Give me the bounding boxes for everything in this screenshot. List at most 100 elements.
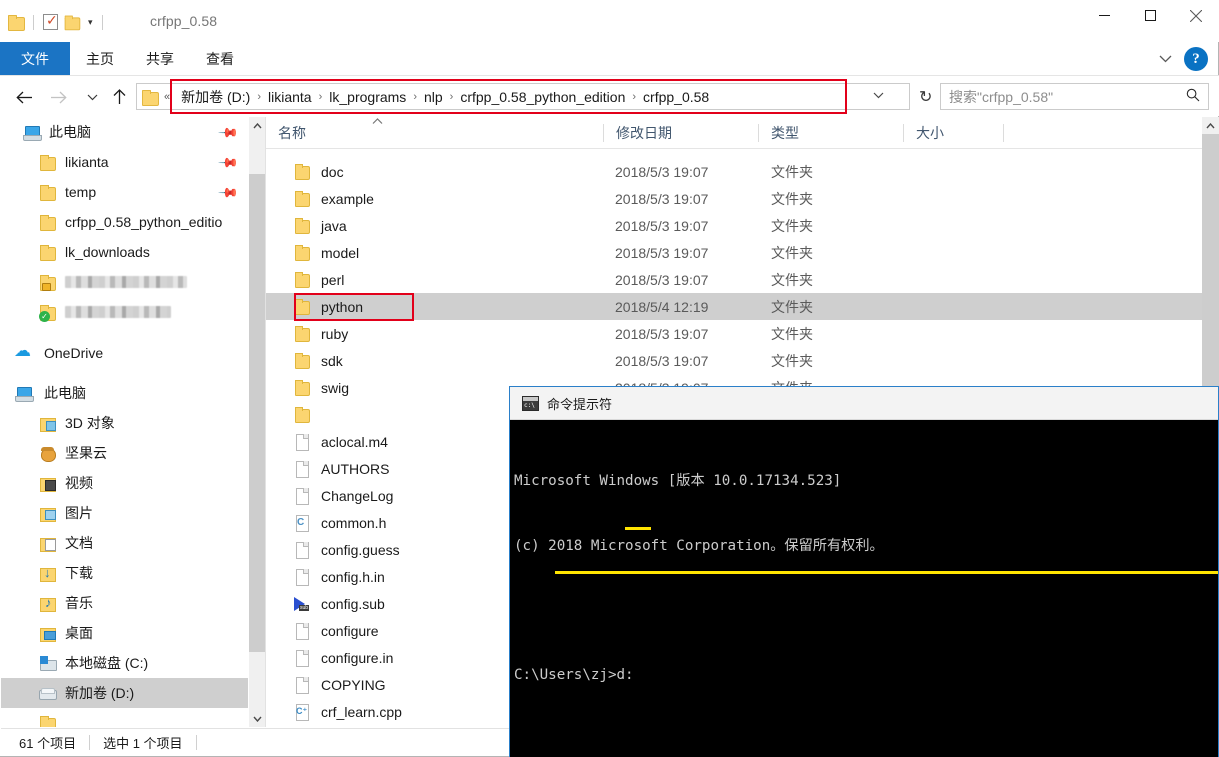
breadcrumb-item-2[interactable]: lk_programs: [328, 89, 407, 105]
breadcrumb-separator-4[interactable]: ›: [626, 91, 642, 103]
sidebar-item-new-volume-d[interactable]: 新加卷 (D:): [1, 678, 248, 708]
column-divider[interactable]: [1003, 124, 1004, 142]
column-header-name[interactable]: 名称: [266, 117, 604, 148]
recent-locations-icon[interactable]: [78, 84, 106, 110]
sidebar-item-this-pc-qa[interactable]: 此电脑 📌: [1, 117, 248, 147]
cmd-line: [514, 600, 1214, 622]
drive-icon: [39, 686, 57, 701]
sidebar-item-nutstore[interactable]: 坚果云: [1, 438, 248, 468]
table-row[interactable]: model 2018/5/3 19:07 文件夹: [266, 239, 1202, 266]
folder-locked-icon: [39, 274, 56, 291]
breadcrumb-item-5[interactable]: crfpp_0.58: [642, 89, 710, 105]
onedrive-icon: [14, 341, 32, 361]
folder-icon: [39, 154, 56, 171]
forward-button[interactable]: [44, 84, 72, 110]
cmd-console-output[interactable]: Microsoft Windows [版本 10.0.17134.523] (c…: [510, 420, 1218, 757]
address-bar[interactable]: « 新加卷 (D:) › likianta › lk_programs › nl…: [136, 83, 910, 110]
scroll-up-icon[interactable]: [1202, 117, 1219, 134]
command-prompt-window[interactable]: 命令提示符 Microsoft Windows [版本 10.0.17134.5…: [509, 386, 1219, 757]
sidebar-item-onedrive[interactable]: OneDrive: [1, 338, 248, 368]
tab-home[interactable]: 主页: [70, 42, 130, 75]
column-header-date[interactable]: 修改日期: [604, 117, 759, 148]
pin-icon[interactable]: 📌: [217, 152, 239, 175]
sidebar-item-redacted-2[interactable]: ✓: [1, 297, 248, 327]
refresh-button[interactable]: ↻: [919, 87, 932, 107]
table-row[interactable]: perl 2018/5/3 19:07 文件夹: [266, 266, 1202, 293]
breadcrumb: 新加卷 (D:) › likianta › lk_programs › nlp …: [175, 84, 710, 109]
sidebar-item-lk-downloads[interactable]: lk_downloads: [1, 237, 248, 267]
breadcrumb-separator-1[interactable]: ›: [313, 91, 329, 103]
customize-caret-icon[interactable]: ▾: [88, 17, 93, 27]
new-folder-icon[interactable]: [64, 15, 81, 31]
sidebar-label: 图片: [65, 505, 93, 521]
table-row[interactable]: java 2018/5/3 19:07 文件夹: [266, 212, 1202, 239]
sidebar-label: 此电脑: [44, 385, 86, 401]
sidebar-item-redacted-1[interactable]: [1, 267, 248, 297]
sidebar-item-music[interactable]: 音乐: [1, 588, 248, 618]
table-row[interactable]: doc 2018/5/3 19:07 文件夹: [266, 158, 1202, 185]
sidebar-item-crfpp-python-edition[interactable]: crfpp_0.58_python_editio: [1, 207, 248, 237]
file-type: 文件夹: [771, 298, 813, 315]
folder-icon[interactable]: [8, 15, 25, 31]
sidebar-label: 桌面: [65, 625, 93, 641]
file-name: AUTHORS: [321, 460, 390, 477]
sidebar-item-pictures[interactable]: 图片: [1, 498, 248, 528]
breadcrumb-item-3[interactable]: nlp: [423, 89, 444, 105]
column-header-type[interactable]: 类型: [759, 117, 904, 148]
sidebar-item-temp[interactable]: temp 📌: [1, 177, 248, 207]
breadcrumb-separator-0[interactable]: ›: [251, 91, 267, 103]
search-icon[interactable]: [1186, 88, 1200, 105]
navigation-scrollbar[interactable]: [248, 117, 266, 727]
pc-icon: [15, 386, 34, 402]
breadcrumb-item-1[interactable]: likianta: [267, 89, 313, 105]
up-button[interactable]: [105, 84, 133, 110]
breadcrumb-item-4[interactable]: crfpp_0.58_python_edition: [459, 89, 626, 105]
scrollbar-thumb[interactable]: [249, 174, 266, 652]
table-row[interactable]: example 2018/5/3 19:07 文件夹: [266, 185, 1202, 212]
maximize-button[interactable]: [1127, 0, 1173, 31]
quick-access-toolbar: ▾: [8, 10, 106, 34]
pin-icon[interactable]: 📌: [217, 122, 239, 145]
tab-view[interactable]: 查看: [190, 42, 250, 75]
table-row-selected[interactable]: python 2018/5/4 12:19 文件夹: [266, 293, 1202, 320]
sidebar-item-this-pc[interactable]: 此电脑: [1, 378, 248, 408]
sidebar-item-local-disk-c[interactable]: 本地磁盘 (C:): [1, 648, 248, 678]
sidebar-item-videos[interactable]: 视频: [1, 468, 248, 498]
folder-icon: [39, 715, 56, 727]
file-type: 文件夹: [771, 325, 813, 342]
breadcrumb-separator-2[interactable]: ›: [407, 91, 423, 103]
file-date: 2018/5/3 19:07: [615, 325, 709, 342]
column-header-size[interactable]: 大小: [904, 117, 1004, 148]
pin-icon[interactable]: 📌: [217, 182, 239, 205]
file-name: sdk: [321, 352, 343, 369]
item-count: 61 个项目: [19, 736, 77, 751]
back-button[interactable]: [10, 84, 38, 110]
folder-icon: [294, 164, 310, 180]
search-input[interactable]: 搜索"crfpp_0.58": [940, 83, 1209, 110]
breadcrumb-separator-3[interactable]: ›: [444, 91, 460, 103]
minimize-button[interactable]: [1081, 0, 1127, 31]
scroll-up-icon[interactable]: [249, 117, 266, 134]
close-button[interactable]: [1173, 0, 1219, 31]
sidebar-item-downloads[interactable]: 下载: [1, 558, 248, 588]
sidebar-item-partial[interactable]: [1, 708, 248, 727]
sidebar-item-desktop[interactable]: 桌面: [1, 618, 248, 648]
tab-share[interactable]: 共享: [130, 42, 190, 75]
file-date: 2018/5/3 19:07: [615, 190, 709, 207]
sidebar-label: OneDrive: [44, 345, 104, 361]
scroll-down-icon[interactable]: [249, 710, 266, 727]
scrollbar-thumb[interactable]: [1202, 134, 1219, 386]
table-row[interactable]: sdk 2018/5/3 19:07 文件夹: [266, 347, 1202, 374]
breadcrumb-overflow-icon[interactable]: «: [164, 91, 170, 103]
tab-file[interactable]: 文件: [0, 42, 70, 75]
status-bar: 61 个项目 选中 1 个项目: [1, 728, 509, 756]
breadcrumb-item-0[interactable]: 新加卷 (D:): [180, 87, 251, 107]
sidebar-item-likianta[interactable]: likianta 📌: [1, 147, 248, 177]
file-type: 文件夹: [771, 244, 813, 261]
sidebar-item-documents[interactable]: 文档: [1, 528, 248, 558]
sidebar-item-3d-objects[interactable]: 3D 对象: [1, 408, 248, 438]
properties-icon[interactable]: [43, 12, 58, 30]
table-row[interactable]: ruby 2018/5/3 19:07 文件夹: [266, 320, 1202, 347]
folder-icon: [39, 184, 56, 201]
address-dropdown-icon[interactable]: [873, 90, 884, 102]
